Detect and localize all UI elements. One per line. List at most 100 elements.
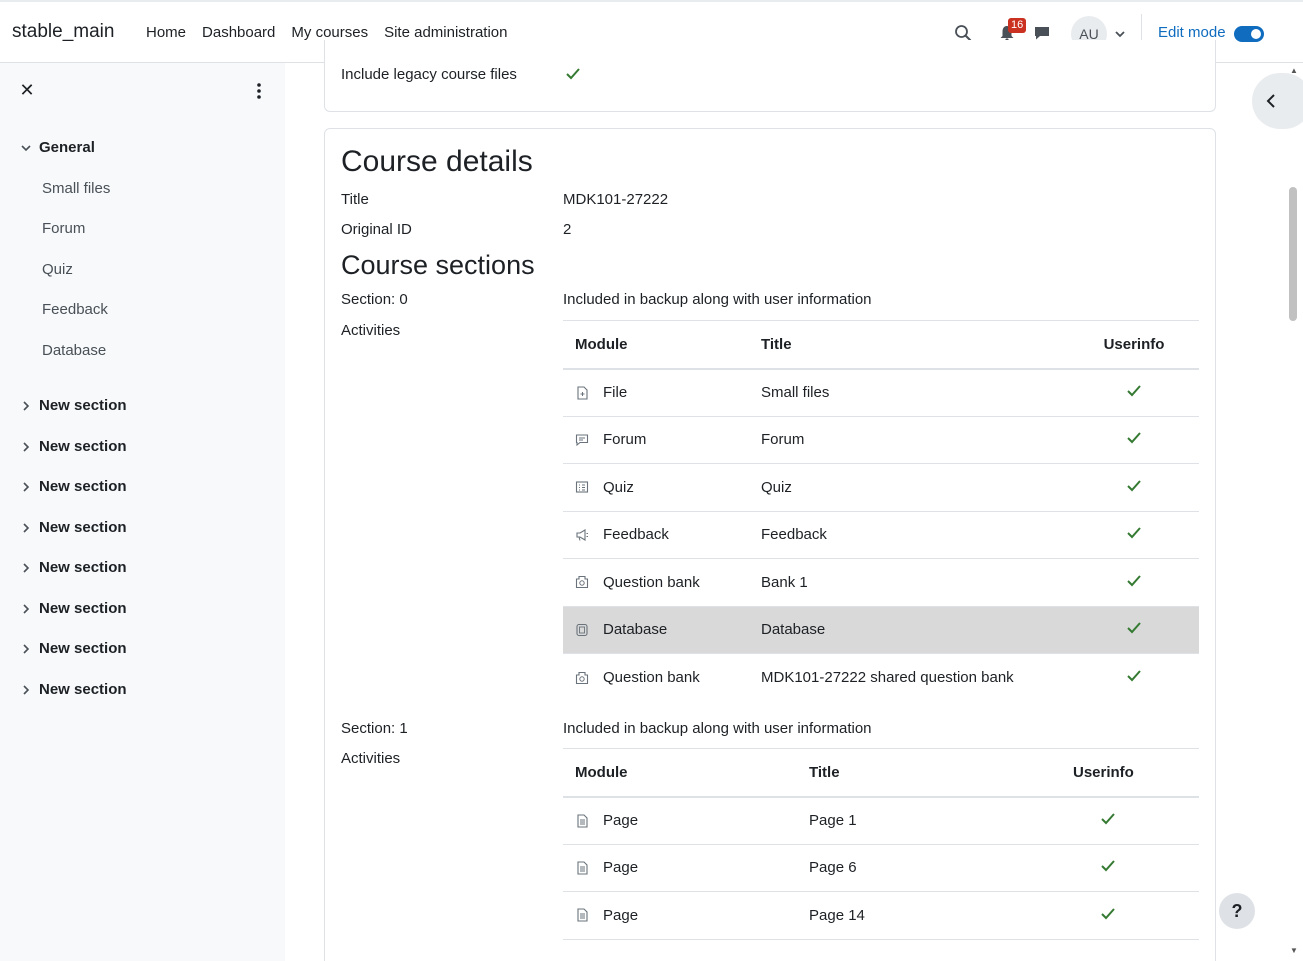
activity-title: MDK101-27222 shared question bank — [761, 669, 1014, 686]
table-row: Question bank Bank 1 — [563, 558, 1199, 607]
section-title: New section — [39, 559, 127, 576]
activity-title: Page 14 — [797, 891, 1061, 940]
module-name: Feedback — [603, 526, 669, 544]
page-icon — [577, 861, 588, 875]
check-icon — [1127, 480, 1141, 492]
course-index-section[interactable]: New section — [19, 681, 127, 698]
nav-site-administration[interactable]: Site administration — [384, 24, 507, 41]
title-label: Title — [341, 191, 369, 208]
course-index-section[interactable]: New section — [19, 559, 127, 576]
section-0-activities-table: Module Title Userinfo File Small files F… — [563, 320, 1199, 701]
question-bank-icon — [575, 671, 589, 684]
chevron-down-icon — [21, 144, 31, 151]
course-index-section[interactable]: New section — [19, 519, 127, 536]
table-row: Feedback Feedback — [563, 511, 1199, 559]
table-row: Page Page 1 — [563, 796, 1199, 845]
course-index-section[interactable]: New section — [19, 600, 127, 617]
chevron-down-icon[interactable] — [1114, 28, 1126, 40]
check-icon — [1127, 527, 1141, 539]
course-index-section-general[interactable]: General — [19, 139, 95, 156]
nav-my-courses[interactable]: My courses — [291, 24, 368, 41]
table-row: Forum Forum — [563, 416, 1199, 464]
module-name: File — [603, 384, 628, 401]
course-index-item-database[interactable]: Database — [42, 342, 106, 359]
course-index-section[interactable]: New section — [19, 438, 127, 455]
chevron-right-icon — [23, 481, 30, 492]
activity-title: Page 1 — [797, 796, 1061, 845]
column-header-module: Module — [563, 320, 749, 370]
activity-title: Page 6 — [797, 844, 1061, 892]
check-icon — [1127, 432, 1141, 444]
chevron-left-icon — [1266, 94, 1275, 108]
module-name: Page — [603, 906, 639, 924]
nav-dashboard[interactable]: Dashboard — [202, 24, 275, 41]
primary-navigation: Home Dashboard My courses Site administr… — [146, 24, 524, 41]
edit-mode-toggle[interactable] — [1234, 26, 1264, 42]
course-index-item-forum[interactable]: Forum — [42, 220, 85, 237]
module-name: Quiz — [603, 478, 634, 496]
title-value: MDK101-27222 — [563, 191, 669, 208]
feedback-icon — [576, 528, 588, 541]
check-icon — [1101, 860, 1115, 872]
original-id-value: 2 — [563, 221, 572, 238]
scroll-up-arrow[interactable]: ▲ — [1290, 66, 1298, 75]
open-block-drawer-button[interactable] — [1252, 73, 1303, 129]
close-drawer-button[interactable]: ✕ — [18, 81, 36, 99]
check-icon — [1127, 670, 1141, 682]
notification-count-badge: 16 — [1008, 18, 1027, 33]
section-label: Section: 0 — [341, 291, 408, 308]
page-scrollbar[interactable] — [1289, 187, 1297, 321]
course-index-drawer: ✕ General Small files Forum Quiz Feedbac… — [0, 63, 285, 961]
section-label: Section: 1 — [341, 720, 408, 737]
activity-title: Feedback — [749, 511, 1069, 559]
course-details-heading: Course details — [341, 145, 533, 178]
activity-title: Forum — [749, 416, 1069, 464]
database-icon — [576, 623, 588, 636]
chevron-right-icon — [23, 562, 30, 573]
page-icon — [577, 813, 588, 828]
table-header-row: Module Title Userinfo — [563, 320, 1199, 370]
module-name: Forum — [603, 431, 647, 449]
course-index-section[interactable]: New section — [19, 640, 127, 657]
help-button[interactable]: ? — [1219, 893, 1255, 929]
chevron-right-icon — [23, 684, 30, 695]
column-header-title: Title — [797, 748, 1061, 798]
column-header-userinfo: Userinfo — [1061, 748, 1199, 798]
column-header-userinfo: Userinfo — [1069, 320, 1199, 370]
original-id-label: Original ID — [341, 221, 412, 238]
section-status: Included in backup along with user infor… — [563, 291, 872, 308]
activity-title: Bank 1 — [749, 558, 1069, 607]
course-sections-heading: Course sections — [341, 250, 535, 280]
chevron-right-icon — [23, 603, 30, 614]
activity-title: Database — [749, 606, 1069, 654]
scroll-down-arrow[interactable]: ▼ — [1290, 946, 1298, 955]
section-title: New section — [39, 681, 127, 698]
course-index-item-quiz[interactable]: Quiz — [42, 261, 73, 278]
chevron-right-icon — [23, 400, 30, 411]
table-row: Question bank MDK101-27222 shared questi… — [563, 654, 1199, 702]
module-name: Question bank — [603, 669, 700, 686]
activities-label: Activities — [341, 750, 401, 767]
course-index-section[interactable]: New section — [19, 397, 127, 414]
module-name: Database — [603, 621, 668, 639]
table-row-highlighted: Database Database — [563, 606, 1199, 654]
table-row: Page Page 14 — [563, 891, 1199, 940]
activity-title: Quiz — [749, 463, 1069, 512]
check-icon — [1101, 813, 1115, 825]
chevron-right-icon — [23, 522, 30, 533]
course-index-item-small-files[interactable]: Small files — [42, 180, 110, 197]
site-brand[interactable]: stable_main — [12, 21, 114, 43]
file-icon — [577, 385, 588, 400]
course-index-item-feedback[interactable]: Feedback — [42, 301, 108, 318]
module-name: Page — [603, 859, 639, 877]
course-index-section[interactable]: New section — [19, 478, 127, 495]
more-options-icon[interactable] — [252, 81, 266, 101]
chevron-right-icon — [23, 643, 30, 654]
edit-mode-label[interactable]: Edit mode — [1158, 24, 1226, 41]
nav-home[interactable]: Home — [146, 24, 186, 41]
table-row: Page Page 6 — [563, 844, 1199, 892]
table-header-row: Module Title Userinfo — [563, 748, 1199, 798]
activity-title: Small files — [749, 368, 1069, 417]
forum-icon — [575, 434, 589, 446]
table-row: File Small files — [563, 368, 1199, 417]
